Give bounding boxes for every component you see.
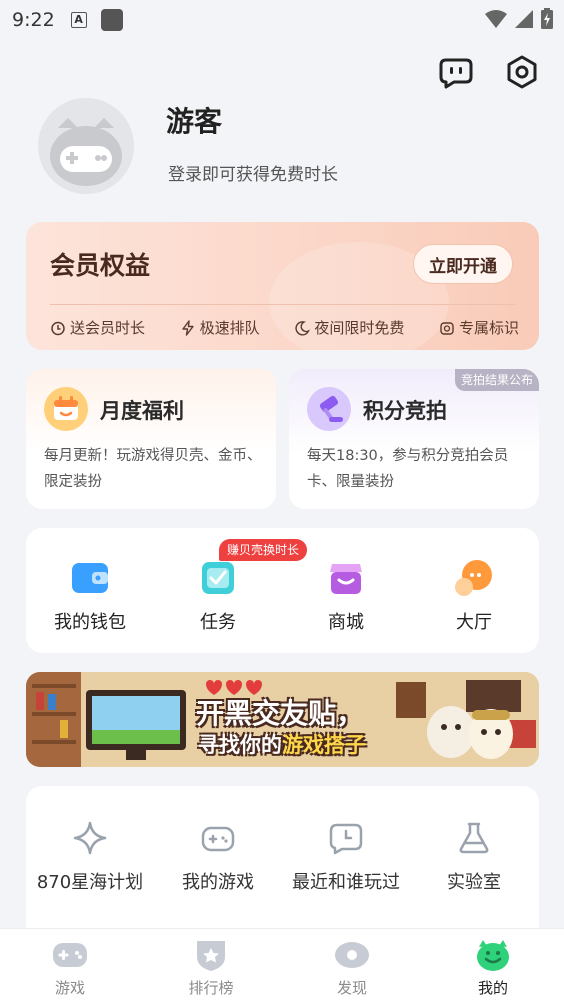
message-icon[interactable] — [438, 54, 474, 90]
ranking-icon — [197, 941, 225, 971]
quick-actions: 赚贝壳换时长 我的钱包 任务 商城 大厅 — [26, 528, 539, 653]
task-button[interactable]: 任务 — [168, 558, 268, 634]
tool-label: 实验室 — [447, 872, 501, 893]
tab-label: 我的 — [477, 979, 508, 997]
recent-clock-icon — [329, 823, 363, 855]
signal-icon — [515, 10, 533, 28]
recent-players-button[interactable]: 最近和谁玩过 — [282, 820, 410, 894]
wallet-button[interactable]: 我的钱包 — [40, 558, 140, 634]
tool-label: 870星海计划 — [36, 872, 144, 893]
discover-icon — [335, 942, 369, 968]
default-avatar-icon — [50, 118, 122, 186]
quick-label: 大厅 — [456, 612, 492, 633]
moon-icon — [295, 320, 311, 335]
quick-label: 商城 — [328, 612, 364, 633]
bottom-tab-bar: 游戏 排行榜 发现 我的 — [0, 928, 564, 1004]
lightning-icon — [181, 319, 194, 336]
task-icon — [202, 562, 234, 594]
tab-label: 游戏 — [54, 979, 85, 997]
badge-icon — [440, 321, 454, 335]
store-icon — [330, 564, 362, 594]
perk-label: 极速排队 — [199, 319, 260, 337]
banner-subline-prefix: 寻找你的 — [198, 733, 282, 757]
tab-discover[interactable]: 发现 — [312, 937, 392, 998]
quick-label: 任务 — [200, 612, 236, 633]
card-description: 每天18:30，参与积分竞拍会员卡、限量装扮 — [307, 448, 509, 490]
perk-label: 送会员时长 — [70, 319, 146, 337]
auction-results-tag[interactable]: 竞拍结果公布 — [454, 369, 539, 391]
sparkle-icon — [73, 821, 107, 855]
card-description: 每月更新！玩游戏得贝壳、金币、限定装扮 — [44, 448, 262, 490]
tool-label: 我的游戏 — [182, 872, 254, 893]
tab-me[interactable]: 我的 — [453, 937, 533, 998]
banner-headline: 开黑交友贴， — [196, 697, 365, 730]
wifi-icon — [485, 10, 507, 28]
wallet-icon — [72, 563, 108, 593]
header-actions — [438, 54, 540, 90]
perk-label: 夜间限时免费 — [314, 319, 405, 337]
tab-label: 发现 — [336, 979, 367, 997]
vip-title: 会员权益 — [50, 251, 151, 280]
status-time: 9:22 — [12, 9, 55, 31]
auction-hammer-icon — [307, 387, 351, 431]
tool-label: 最近和谁玩过 — [292, 872, 400, 893]
card-title: 月度福利 — [100, 399, 184, 423]
avatar[interactable] — [38, 98, 134, 194]
star-sea-plan-button[interactable]: 870星海计划 — [26, 820, 154, 894]
hall-button[interactable]: 大厅 — [424, 558, 524, 634]
username[interactable]: 游客 — [166, 100, 222, 140]
activate-vip-button[interactable]: 立即开通 — [413, 244, 513, 284]
perk-item[interactable]: 极速排队 — [180, 317, 260, 338]
tab-games[interactable]: 游戏 — [30, 937, 110, 998]
lab-button[interactable]: 实验室 — [410, 820, 538, 894]
status-icons — [484, 8, 554, 30]
vip-benefits-card[interactable]: 会员权益 立即开通 送会员时长 极速排队 夜间限时免费 专属标识 — [26, 222, 539, 350]
gamepad-tab-icon — [53, 943, 87, 967]
login-hint[interactable]: 登录即可获得免费时长 — [168, 160, 338, 185]
settings-icon[interactable] — [504, 54, 540, 90]
divider — [50, 304, 515, 305]
my-games-button[interactable]: 我的游戏 — [154, 820, 282, 894]
flask-icon — [459, 822, 489, 854]
vip-perks: 送会员时长 极速排队 夜间限时免费 专属标识 — [50, 317, 519, 338]
monthly-benefits-card[interactable]: 月度福利 每月更新！玩游戏得贝壳、金币、限定装扮 — [26, 369, 276, 509]
perk-item[interactable]: 专属标识 — [439, 317, 519, 338]
card-title: 积分竞拍 — [363, 399, 447, 423]
store-button[interactable]: 商城 — [296, 558, 396, 634]
clock-gift-icon — [51, 321, 65, 335]
perk-item[interactable]: 送会员时长 — [50, 317, 145, 338]
chat-hall-icon — [455, 560, 492, 596]
perk-label: 专属标识 — [458, 319, 519, 337]
promo-banner[interactable]: 开黑交友贴， 寻找你的游戏搭子 — [26, 672, 539, 767]
points-auction-card[interactable]: 竞拍结果公布 积分竞拍 每天18:30，参与积分竞拍会员卡、限量装扮 — [289, 369, 539, 509]
calendar-icon — [44, 387, 88, 431]
banner-subline: 寻找你的游戏搭子 — [198, 729, 366, 759]
gamepad-icon — [201, 826, 235, 852]
banner-subline-highlight: 游戏搭子 — [282, 733, 366, 757]
quick-label: 我的钱包 — [54, 612, 126, 633]
status-bar: 9:22 A — [0, 0, 564, 40]
notification-square-icon — [100, 9, 123, 31]
tab-ranking[interactable]: 排行榜 — [171, 937, 251, 998]
a-notification-icon: A — [70, 12, 87, 28]
perk-item[interactable]: 夜间限时免费 — [294, 317, 404, 338]
tab-label: 排行榜 — [188, 979, 234, 997]
me-monster-icon — [477, 940, 509, 971]
battery-icon — [541, 8, 553, 29]
